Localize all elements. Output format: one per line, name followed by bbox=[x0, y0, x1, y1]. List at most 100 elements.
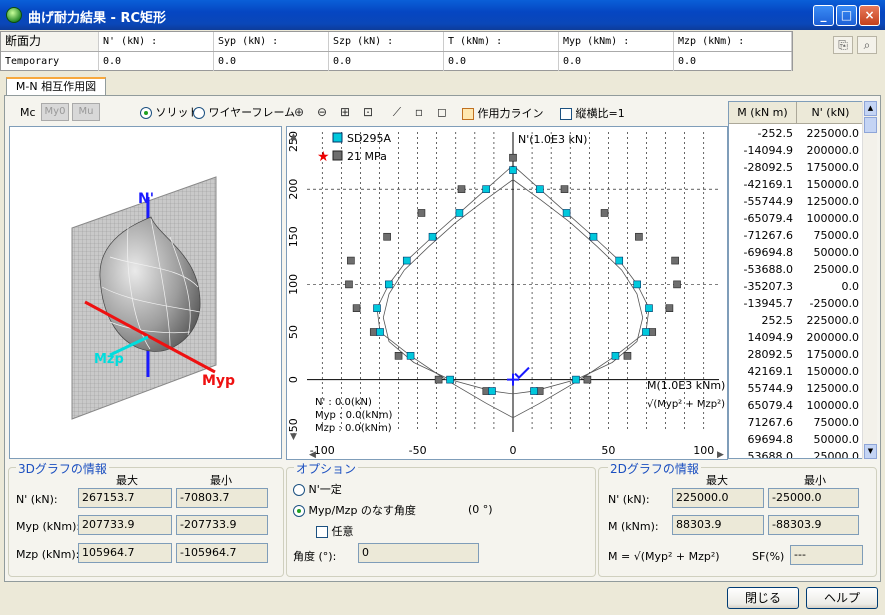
mn-table-row[interactable]: -28092.5 175000.0 bbox=[729, 159, 865, 176]
mn-table-row[interactable]: -35207.3 0.0 bbox=[729, 278, 865, 295]
steel-point bbox=[530, 387, 538, 395]
mn-table-row[interactable]: -55744.9 125000.0 bbox=[729, 193, 865, 210]
solid-radio[interactable]: ソリッド bbox=[140, 104, 200, 120]
mn-cell-n: 0.0 bbox=[841, 280, 860, 293]
concrete-point bbox=[673, 280, 681, 289]
angle-input[interactable]: 0 bbox=[358, 543, 479, 563]
mn-table-row[interactable]: 71267.6 75000.0 bbox=[729, 414, 865, 431]
any-angle-checkbox[interactable]: 任意 bbox=[316, 523, 354, 539]
mn-table-row[interactable]: -71267.6 75000.0 bbox=[729, 227, 865, 244]
mn-cell-m: 53688.0 bbox=[747, 450, 794, 459]
mn-table-row[interactable]: -42169.1 150000.0 bbox=[729, 176, 865, 193]
angle-radio[interactable]: Myp/Mzp のなす角度 bbox=[293, 502, 416, 518]
concrete-point bbox=[394, 352, 403, 360]
mn-chart-svg: -100 -50 0 50 100-50050100150200250 N'(1.0E3 … bbox=[287, 131, 725, 460]
link-icon[interactable]: ⟋ bbox=[388, 103, 406, 121]
section-cell-2: 0.0 bbox=[214, 52, 329, 71]
mn-cell-n: 125000.0 bbox=[806, 382, 860, 395]
steel-point bbox=[645, 304, 653, 312]
copy-icon[interactable]: ⎘ bbox=[833, 36, 853, 54]
mn-table-row[interactable]: 42169.1 150000.0 bbox=[729, 363, 865, 380]
info2d-label-n: N' (kN): bbox=[608, 493, 650, 506]
square-icon[interactable]: ◻ bbox=[433, 103, 451, 121]
tab-mn-interaction[interactable]: M-N 相互作用図 bbox=[6, 77, 106, 95]
section-force-table: 断面力 N' (kN) : Syp (kN) : Szp (kN) : T (k… bbox=[0, 31, 793, 71]
steel-point bbox=[509, 166, 517, 174]
info3d-n-min: -70803.7 bbox=[176, 488, 268, 508]
mn-table-row[interactable]: 65079.4 100000.0 bbox=[729, 397, 865, 414]
mn-table-row[interactable]: 14094.9 200000.0 bbox=[729, 329, 865, 346]
close-window-button[interactable]: × bbox=[859, 5, 880, 26]
help-button[interactable]: ヘルプ bbox=[806, 587, 878, 609]
mu-button[interactable]: Mu bbox=[72, 103, 100, 121]
sf-value: --- bbox=[790, 545, 863, 565]
3d-view[interactable]: N' Mzp Myp bbox=[9, 126, 282, 459]
mn-table-row[interactable]: 28092.5 175000.0 bbox=[729, 346, 865, 363]
frame-icon[interactable]: ⊡ bbox=[359, 103, 377, 121]
mn-cell-n: 50000.0 bbox=[813, 433, 860, 446]
app-icon bbox=[6, 7, 22, 23]
mn-header-n[interactable]: N' (kN) bbox=[797, 102, 865, 124]
mn-cell-m: 28092.5 bbox=[747, 348, 794, 361]
info2d-n-min: -25000.0 bbox=[768, 488, 859, 508]
n-constant-radio[interactable]: N'一定 bbox=[293, 481, 342, 497]
close-button[interactable]: 閉じる bbox=[727, 587, 799, 609]
mn-cell-n: 200000.0 bbox=[806, 331, 860, 344]
mn-table[interactable]: M (kN m) N' (kN) -252.5 225000.0 -14094.9 2… bbox=[728, 101, 877, 459]
mn-table-row[interactable]: -53688.0 25000.0 bbox=[729, 261, 865, 278]
mzp-axis-label: Mzp bbox=[94, 352, 124, 367]
fit-icon[interactable]: ⊞ bbox=[336, 103, 354, 121]
mn-table-row[interactable]: -69694.8 50000.0 bbox=[729, 244, 865, 261]
scroll-up-icon[interactable]: ▲ bbox=[864, 101, 877, 116]
mn-cell-m: 55744.9 bbox=[747, 382, 794, 395]
scroll-thumb[interactable] bbox=[864, 117, 877, 133]
zoom-out-icon[interactable]: ⊖ bbox=[313, 103, 331, 121]
info3d-label-n: N' (kN): bbox=[16, 493, 58, 506]
my0-button[interactable]: My0 bbox=[41, 103, 69, 121]
angle-field-label: 角度 (°): bbox=[293, 550, 337, 563]
scroll-up-arrow-icon: ▲ bbox=[290, 132, 297, 142]
section-header-2: Syp (kN) : bbox=[214, 32, 329, 51]
steel-point bbox=[428, 232, 437, 241]
maximize-button[interactable]: □ bbox=[836, 5, 857, 26]
scroll-down-icon[interactable]: ▼ bbox=[864, 444, 877, 459]
minimize-button[interactable]: _ bbox=[813, 5, 834, 26]
info3d-myp-min: -207733.9 bbox=[176, 515, 268, 535]
zoom-in-icon[interactable]: ⊕ bbox=[290, 103, 308, 121]
mn-cell-m: -42169.1 bbox=[743, 178, 793, 191]
section-cell-4: 0.0 bbox=[444, 52, 559, 71]
mn-cell-n: 25000.0 bbox=[813, 263, 860, 276]
mn-table-scrollbar[interactable]: ▲ ▼ bbox=[862, 101, 877, 459]
mn-table-row[interactable]: -65079.4 100000.0 bbox=[729, 210, 865, 227]
concrete-point bbox=[434, 375, 443, 384]
section-cell-6: 0.0 bbox=[674, 52, 792, 71]
y-tick-label: 200 bbox=[287, 179, 300, 200]
angle-value-text: (0 °) bbox=[468, 503, 493, 516]
mn-table-row[interactable]: 53688.0 25000.0 bbox=[729, 448, 865, 459]
x-tick-label: 100 bbox=[693, 444, 714, 457]
y-axis-label: N'(1.0E3 kN) bbox=[518, 133, 587, 146]
n-constant-label: N'一定 bbox=[308, 483, 342, 496]
mn-cell-m: 42169.1 bbox=[747, 365, 794, 378]
mn-table-row[interactable]: 69694.8 50000.0 bbox=[729, 431, 865, 448]
preview-icon[interactable]: ⌕ bbox=[857, 36, 877, 54]
n-axis-label: N' bbox=[138, 191, 154, 207]
mn-table-row[interactable]: -252.5 225000.0 bbox=[729, 125, 865, 142]
mn-table-row[interactable]: -14094.9 200000.0 bbox=[729, 142, 865, 159]
mn-table-row[interactable]: 55744.9 125000.0 bbox=[729, 380, 865, 397]
mn-cell-m: -13945.7 bbox=[743, 297, 793, 310]
mn-chart[interactable]: -100 -50 0 50 100 -50 0 50 100 150 200 250 N'(1.0E3 … bbox=[286, 126, 728, 460]
steel-point bbox=[488, 387, 496, 395]
wireframe-radio[interactable]: ワイヤーフレーム bbox=[193, 104, 295, 120]
mn-header-m[interactable]: M (kN m) bbox=[729, 102, 797, 124]
steel-point bbox=[402, 256, 411, 265]
section-data-row[interactable]: Temporary 0.0 0.0 0.0 0.0 0.0 0.0 bbox=[1, 52, 792, 71]
mn-table-row[interactable]: -13945.7 -25000.0 bbox=[729, 295, 865, 312]
mn-table-row[interactable]: 252.5 225000.0 bbox=[729, 312, 865, 329]
mn-cell-m: 65079.4 bbox=[747, 399, 794, 412]
small-square-icon[interactable]: ▫ bbox=[410, 103, 428, 121]
aspect-ratio-checkbox[interactable]: 縦横比=1 bbox=[560, 105, 625, 121]
3d-graph: N' Mzp Myp bbox=[71, 176, 235, 420]
action-line-checkbox[interactable]: 作用力ライン bbox=[462, 105, 544, 121]
section-cell-1: 0.0 bbox=[99, 52, 214, 71]
